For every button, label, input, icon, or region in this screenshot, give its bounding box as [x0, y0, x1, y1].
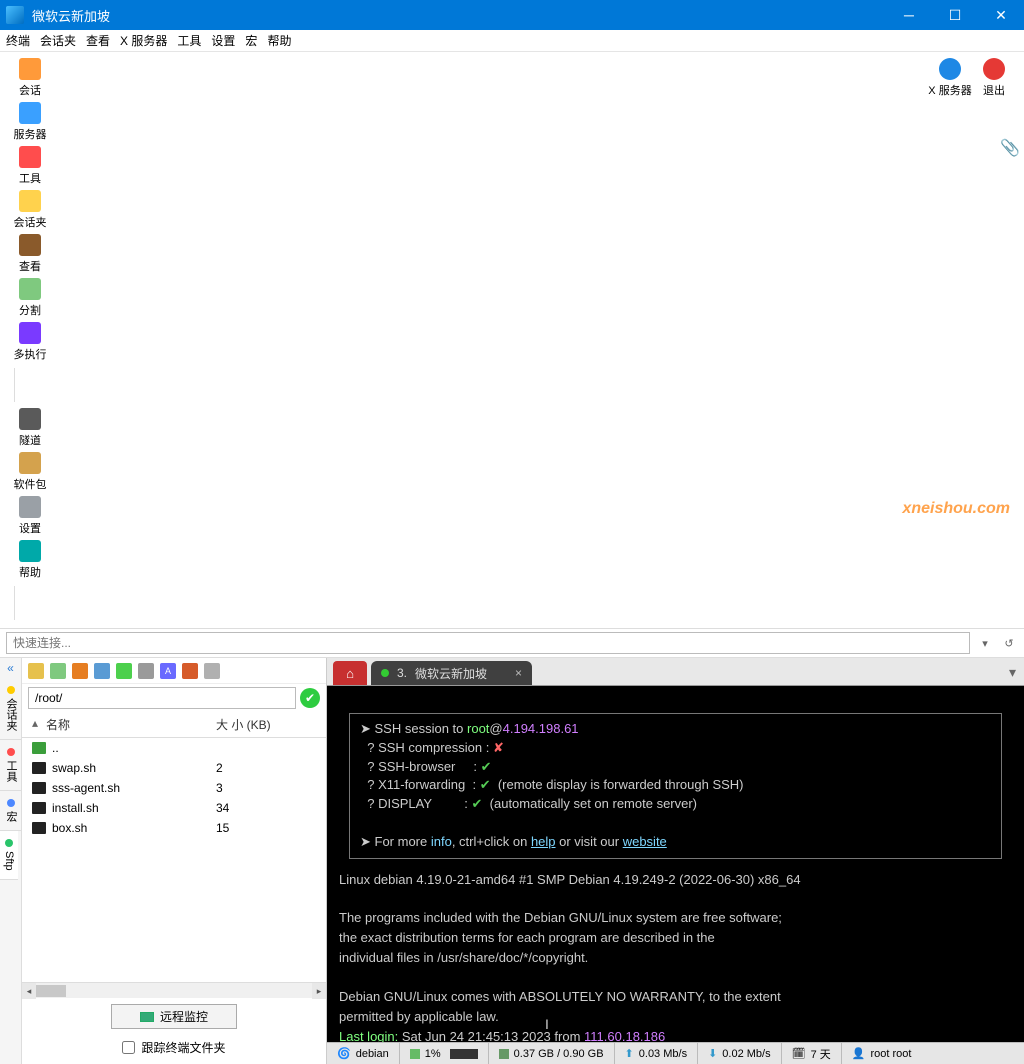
- session-tab-1[interactable]: 3. 微软云新加坡 ×: [371, 661, 532, 685]
- quick-connect-row: ▾ ↺: [0, 629, 1024, 658]
- sidetab-会话夹[interactable]: 会话夹: [0, 678, 22, 740]
- status-dot-icon: [381, 669, 389, 677]
- menu-sessions[interactable]: 会话夹: [40, 32, 76, 49]
- ibeam-cursor-icon: I: [545, 1014, 549, 1034]
- terminal[interactable]: ➤ SSH session to root@4.194.198.61 ? SSH…: [327, 686, 1024, 1042]
- sidetab-工具[interactable]: 工具: [0, 740, 22, 791]
- menu-xserver[interactable]: X 服务器: [120, 32, 167, 49]
- sftp-toolbar: A: [22, 658, 326, 684]
- tab-number: 3.: [397, 666, 407, 680]
- maximize-button[interactable]: ☐: [932, 0, 978, 30]
- tab-overflow-icon[interactable]: ▾: [1009, 664, 1016, 681]
- col-size[interactable]: 大 小 (KB): [216, 716, 286, 733]
- status-down: ⬇0.02 Mb/s: [698, 1043, 782, 1064]
- sidetab-Sftp[interactable]: Sftp: [0, 831, 18, 880]
- tbtn-1[interactable]: 服务器: [8, 100, 52, 144]
- monitor-icon: [140, 1012, 154, 1022]
- attachment-icon[interactable]: 📎: [1000, 138, 1020, 158]
- sftp-home-icon[interactable]: [72, 663, 88, 679]
- scroll-right-icon[interactable]: ▸: [312, 983, 326, 999]
- menu-view[interactable]: 查看: [86, 32, 110, 49]
- menu-help[interactable]: 帮助: [267, 32, 291, 49]
- status-uptime: 🗓7 天: [782, 1043, 842, 1064]
- menu-macros[interactable]: 宏: [245, 32, 257, 49]
- tbtn-r-0[interactable]: X 服务器: [928, 56, 972, 100]
- sftp-props-icon[interactable]: [204, 663, 220, 679]
- tbtn-7[interactable]: 隧道: [8, 406, 52, 450]
- remote-monitor-button[interactable]: 远程监控: [111, 1004, 237, 1029]
- file-row[interactable]: swap.sh2: [22, 758, 326, 778]
- tbtn-3[interactable]: 会话夹: [8, 188, 52, 232]
- file-row[interactable]: ..: [22, 738, 326, 758]
- app-icon: [6, 6, 24, 24]
- follow-terminal-row: 跟踪终端文件夹: [22, 1035, 326, 1064]
- follow-terminal-checkbox[interactable]: [122, 1041, 135, 1054]
- tbtn-4[interactable]: 查看: [8, 232, 52, 276]
- status-distro: 🌀debian: [327, 1043, 400, 1064]
- remote-monitor-label: 远程监控: [160, 1008, 208, 1025]
- close-button[interactable]: ✕: [978, 0, 1024, 30]
- file-header: ▴ 名称 大 小 (KB): [22, 712, 326, 738]
- status-user: 👤root root: [842, 1043, 922, 1064]
- follow-terminal-label: 跟踪终端文件夹: [141, 1039, 225, 1056]
- toolbar: 会话服务器工具会话夹查看分割多执行隧道软件包设置帮助 X 服务器退出: [0, 52, 1024, 629]
- main-area: « 会话夹工具宏Sftp A ✔ ▴ 名称 大 小 (KB) ..swap.sh…: [0, 658, 1024, 1064]
- menu-terminal[interactable]: 终端: [6, 32, 30, 49]
- menubar: 终端 会话夹 查看 X 服务器 工具 设置 宏 帮助: [0, 30, 1024, 52]
- sftp-ok-icon[interactable]: ✔: [300, 688, 320, 708]
- sftp-hscrollbar[interactable]: ◂ ▸: [22, 982, 326, 998]
- tbtn-2[interactable]: 工具: [8, 144, 52, 188]
- quick-connect-input[interactable]: [6, 632, 970, 654]
- sftp-upload-icon[interactable]: [116, 663, 132, 679]
- sftp-up-icon[interactable]: [28, 663, 44, 679]
- tbtn-8[interactable]: 软件包: [8, 450, 52, 494]
- sftp-panel: A ✔ ▴ 名称 大 小 (KB) ..swap.sh2sss-agent.sh…: [22, 658, 327, 1064]
- sidetab-宏[interactable]: 宏: [0, 791, 22, 831]
- titlebar: 微软云新加坡 ─ ☐ ✕: [0, 0, 1024, 30]
- menu-settings[interactable]: 设置: [211, 32, 235, 49]
- scroll-thumb[interactable]: [36, 985, 66, 997]
- window-buttons: ─ ☐ ✕: [886, 0, 1024, 30]
- watermark: xneishou.com: [902, 500, 1010, 518]
- sftp-path-input[interactable]: [28, 687, 296, 709]
- tbtn-0[interactable]: 会话: [8, 56, 52, 100]
- sftp-download-icon[interactable]: [94, 663, 110, 679]
- uname-line: Linux debian 4.19.0-21-amd64 #1 SMP Debi…: [339, 872, 801, 887]
- file-row[interactable]: box.sh15: [22, 818, 326, 838]
- tbtn-5[interactable]: 分割: [8, 276, 52, 320]
- side-tabs: « 会话夹工具宏Sftp: [0, 658, 22, 1064]
- status-cpu: 1%: [400, 1043, 489, 1064]
- sftp-refresh-icon[interactable]: [50, 663, 66, 679]
- home-tab[interactable]: ⌂: [333, 661, 367, 685]
- tab-title: 微软云新加坡: [415, 665, 487, 682]
- motd-box: ➤ SSH session to root@4.194.198.61 ? SSH…: [349, 713, 1002, 859]
- file-list[interactable]: ..swap.sh2sss-agent.sh3install.sh34box.s…: [22, 738, 326, 982]
- right-panel: ⌂ 3. 微软云新加坡 × ▾ 📎 ➤ SSH session to root@…: [327, 658, 1024, 1064]
- tbtn-6[interactable]: 多执行: [8, 320, 52, 364]
- col-name[interactable]: 名称: [46, 716, 216, 733]
- file-row[interactable]: sss-agent.sh3: [22, 778, 326, 798]
- collapse-icon[interactable]: «: [0, 658, 21, 678]
- menu-tools[interactable]: 工具: [177, 32, 201, 49]
- status-up: ⬆0.03 Mb/s: [615, 1043, 699, 1064]
- scroll-left-icon[interactable]: ◂: [22, 983, 36, 999]
- tbtn-10[interactable]: 帮助: [8, 538, 52, 582]
- quick-history-button[interactable]: ▾: [976, 634, 994, 652]
- status-mem: 0.37 GB / 0.90 GB: [489, 1043, 615, 1064]
- tbtn-9[interactable]: 设置: [8, 494, 52, 538]
- session-tabs: ⌂ 3. 微软云新加坡 × ▾: [327, 658, 1024, 686]
- tbtn-r-1[interactable]: 退出: [972, 56, 1016, 100]
- quick-clear-button[interactable]: ↺: [1000, 634, 1018, 652]
- statusbar: 🌀debian 1% 0.37 GB / 0.90 GB ⬆0.03 Mb/s …: [327, 1042, 1024, 1064]
- sftp-path-row: ✔: [22, 684, 326, 712]
- file-row[interactable]: install.sh34: [22, 798, 326, 818]
- sftp-a-icon[interactable]: A: [160, 663, 176, 679]
- window-title: 微软云新加坡: [32, 6, 886, 25]
- sftp-delete-icon[interactable]: [182, 663, 198, 679]
- minimize-button[interactable]: ─: [886, 0, 932, 30]
- tab-close-icon[interactable]: ×: [515, 666, 522, 680]
- sftp-newfolder-icon[interactable]: [138, 663, 154, 679]
